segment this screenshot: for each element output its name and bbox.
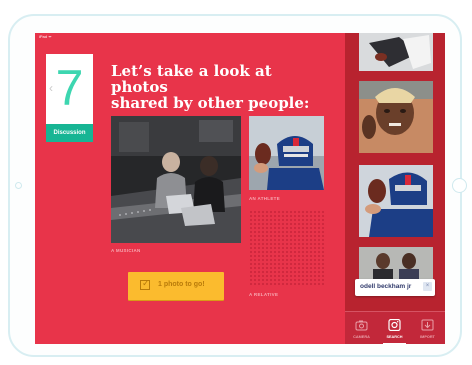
status-left: iPad ᯤ (39, 34, 52, 39)
title-line-2: shared by other people: (111, 94, 310, 112)
tab-bar: CAMERA SEARCH IMPORT (345, 311, 445, 344)
step-label: Discussion (46, 124, 93, 142)
tab-camera-label: CAMERA (353, 335, 370, 339)
result-tile-1[interactable] (359, 33, 433, 71)
home-button[interactable] (452, 178, 467, 193)
photo-athlete[interactable] (249, 116, 324, 190)
photos-remaining-button[interactable]: ✓ 1 photo to go! (128, 272, 224, 300)
page-title: Let’s take a look at photos shared by ot… (111, 63, 331, 111)
front-camera (15, 182, 22, 189)
caption-athlete: AN ATHLETE (249, 196, 280, 201)
caption-musician: A MUSICIAN (111, 248, 141, 253)
tab-import-label: IMPORT (420, 335, 435, 339)
step-number: 7 (55, 60, 84, 116)
tab-camera[interactable]: CAMERA (345, 312, 378, 344)
tab-import[interactable]: IMPORT (411, 312, 444, 344)
search-suggestion[interactable]: odell beckham jr × (355, 279, 435, 296)
checkbox-icon: ✓ (140, 278, 150, 290)
search-suggestion-text: odell beckham jr (360, 283, 412, 290)
photo-relative-placeholder[interactable] (249, 210, 325, 286)
photo-musician[interactable] (111, 116, 241, 243)
photos-remaining-label: 1 photo to go! (158, 281, 205, 288)
step-card[interactable]: ‹ 7 Discussion (46, 54, 93, 142)
import-icon (421, 319, 434, 331)
camera-icon (355, 320, 368, 331)
caption-relative: A RELATIVE (249, 292, 279, 297)
result-tile-2[interactable] (359, 81, 433, 153)
app-screen: iPad ᯤ ▬ ‹ 7 Discussion Let’s take a loo… (35, 33, 445, 344)
tab-search[interactable]: SEARCH (378, 312, 411, 344)
title-line-1: Let’s take a look at photos (111, 62, 272, 96)
close-icon[interactable]: × (423, 282, 432, 291)
tab-search-label: SEARCH (386, 335, 403, 339)
instagram-icon (388, 319, 401, 331)
search-results-sidebar (345, 33, 445, 344)
result-tile-3[interactable] (359, 165, 433, 237)
